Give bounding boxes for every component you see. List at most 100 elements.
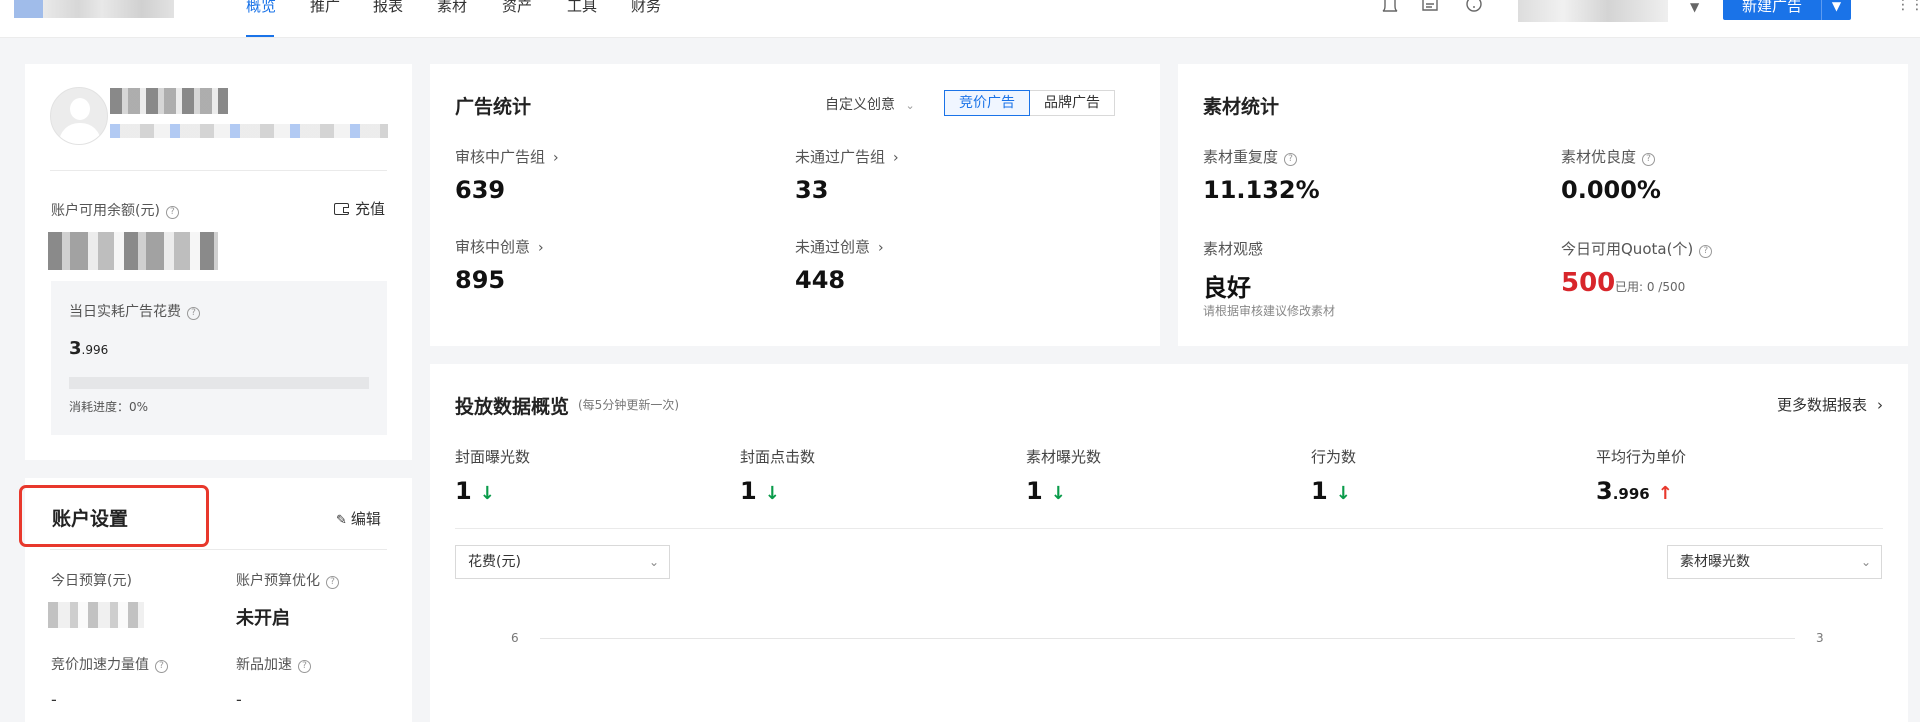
arrow-down-icon: ↓ [1050, 483, 1066, 504]
divider [455, 528, 1883, 529]
avatar [50, 87, 108, 145]
metric-cover-clicks-value: 1 ↓ [740, 477, 780, 505]
tab-bidding-ads[interactable]: 竞价广告 [944, 90, 1030, 116]
material-quality-label: 素材优良度? [1561, 146, 1656, 167]
material-repeat-value: 11.132% [1203, 176, 1320, 204]
highlight-box [19, 485, 209, 547]
caret-down-icon[interactable]: ▼ [1821, 0, 1851, 20]
new-product-boost-label: 新品加速? [236, 654, 311, 674]
quota-used: 已用: 0 /500 [1615, 280, 1686, 294]
rejected-creative-count: 448 [795, 266, 846, 294]
nav-promotion[interactable]: 推广 [310, 0, 340, 14]
quota-label: 今日可用Quota(个)? [1561, 238, 1713, 259]
reviewing-creative-link[interactable]: 审核中创意 › [455, 236, 544, 257]
chevron-down-icon[interactable]: ▼ [1690, 0, 1699, 14]
metric-cover-impressions-label: 封面曝光数 [455, 448, 531, 466]
right-metric-select[interactable]: 素材曝光数 ⌄ [1667, 545, 1882, 579]
help-icon[interactable]: ? [1642, 153, 1656, 166]
reviewing-adgroup-count: 639 [455, 176, 506, 204]
material-repeat-label: 素材重复度? [1203, 146, 1298, 167]
help-icon[interactable]: ? [298, 660, 311, 673]
left-axis-tick: 6 [511, 631, 519, 645]
chevron-down-icon: ⌄ [648, 555, 659, 569]
nav-materials[interactable]: 素材 [437, 0, 467, 14]
bid-boost-label: 竞价加速力量值? [51, 654, 168, 674]
material-look-value: 良好 [1203, 274, 1251, 302]
nav-tools[interactable]: 工具 [567, 0, 597, 14]
metric-avg-action-cost-label: 平均行为单价 [1596, 448, 1687, 466]
daily-spend-panel: 当日实耗广告花费? 3.996 消耗进度：0% [51, 281, 387, 435]
budget-optimization-value: 未开启 [236, 608, 290, 629]
today-budget-label: 今日预算(元) [51, 573, 132, 589]
nav-overview[interactable]: 概览 [246, 0, 276, 14]
help-icon[interactable]: ? [1699, 245, 1713, 258]
ad-stats-title: 广告统计 [455, 96, 532, 118]
arrow-up-icon: ↑ [1657, 483, 1673, 504]
creative-type-dropdown[interactable]: 自定义创意 ⌄ [825, 94, 915, 114]
reviewing-creative-count: 895 [455, 266, 506, 294]
new-product-boost-value: - [236, 690, 242, 709]
bell-icon[interactable] [1380, 0, 1400, 14]
balance-value-redacted [48, 232, 218, 270]
material-quality-value: 0.000% [1561, 176, 1661, 204]
message-icon[interactable] [1420, 0, 1440, 14]
more-reports-link[interactable]: 更多数据报表 › [1777, 394, 1883, 415]
arrow-down-icon: ↓ [479, 483, 495, 504]
brand-logo[interactable] [14, 0, 174, 18]
today-budget-value-redacted [48, 602, 144, 628]
edit-button[interactable]: ✎ 编辑 [336, 508, 381, 529]
pencil-icon: ✎ [336, 513, 347, 528]
metric-avg-action-cost-value: 3.996 ↑ [1596, 477, 1673, 505]
chevron-right-icon: › [893, 150, 899, 166]
help-icon[interactable]: ? [155, 660, 168, 673]
overview-title: 投放数据概览 [455, 396, 570, 418]
metric-actions-value: 1 ↓ [1311, 477, 1351, 505]
help-icon[interactable]: ? [165, 206, 179, 219]
help-icon[interactable]: ? [187, 307, 200, 320]
material-stats-title: 素材统计 [1203, 96, 1280, 118]
chevron-down-icon: ⌄ [905, 99, 915, 112]
help-icon[interactable]: ? [326, 576, 339, 589]
divider [50, 549, 387, 550]
rejected-creative-link[interactable]: 未通过创意 › [795, 236, 884, 257]
spend-progress-text: 消耗进度：0% [69, 400, 149, 414]
quota-value: 500 [1561, 268, 1616, 298]
help-icon[interactable] [1464, 0, 1484, 14]
divider [50, 170, 387, 171]
bid-boost-value: - [51, 690, 57, 709]
nav-active-indicator [246, 35, 274, 37]
nav-finance[interactable]: 财务 [631, 0, 661, 14]
top-navigation-bar: 概览 推广 报表 素材 资产 工具 财务 ▼ 新建广告 ▼ ⋮⋮ [0, 0, 1920, 38]
nav-reports[interactable]: 报表 [373, 0, 403, 14]
nav-assets[interactable]: 资产 [502, 0, 532, 14]
reviewing-adgroup-link[interactable]: 审核中广告组 › [455, 146, 559, 167]
apps-grid-icon[interactable]: ⋮⋮ [1896, 0, 1920, 12]
rejected-adgroup-count: 33 [795, 176, 829, 204]
new-ad-label[interactable]: 新建广告 [1723, 0, 1821, 20]
rejected-adgroup-link[interactable]: 未通过广告组 › [795, 146, 899, 167]
tab-brand-ads[interactable]: 品牌广告 [1030, 91, 1114, 115]
recharge-button[interactable]: 充值 [334, 198, 385, 219]
spend-progress-bar [69, 377, 369, 389]
help-icon[interactable]: ? [1284, 153, 1298, 166]
new-ad-button[interactable]: 新建广告 ▼ [1723, 0, 1851, 20]
data-overview-card [430, 364, 1908, 722]
wallet-icon [334, 203, 349, 215]
metric-cover-impressions-value: 1 ↓ [455, 477, 495, 505]
user-account-name[interactable] [1518, 0, 1668, 22]
arrow-down-icon: ↓ [1335, 483, 1351, 504]
chevron-down-icon: ⌄ [1860, 555, 1871, 569]
left-metric-select[interactable]: 花费(元) ⌄ [455, 545, 670, 579]
chevron-right-icon: › [538, 240, 544, 256]
material-look-label: 素材观感 [1203, 240, 1264, 258]
account-name-redacted [110, 88, 228, 114]
chart-gridline [540, 638, 1795, 639]
account-id-redacted [110, 124, 388, 138]
daily-spend-value: 3.996 [69, 338, 109, 359]
chevron-right-icon: › [553, 150, 559, 166]
arrow-down-icon: ↓ [764, 483, 780, 504]
ad-type-toggle: 竞价广告 品牌广告 [944, 90, 1115, 116]
metric-actions-label: 行为数 [1311, 448, 1357, 466]
chevron-right-icon: › [878, 240, 884, 256]
budget-optimization-label: 账户预算优化? [236, 570, 339, 590]
